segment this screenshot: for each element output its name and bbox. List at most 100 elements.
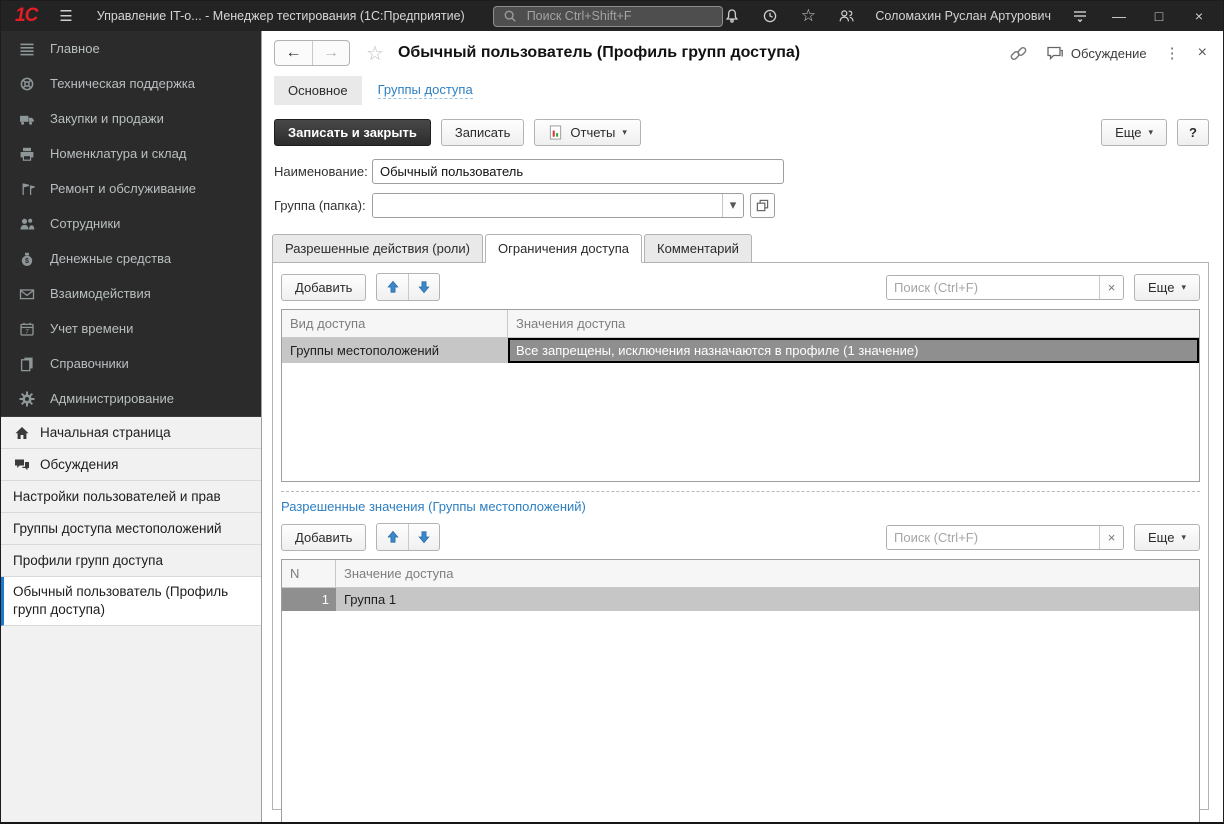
minimize-button[interactable]: — xyxy=(1109,8,1129,24)
favorites-star-icon[interactable]: ☆ xyxy=(799,7,817,25)
move-up-button[interactable] xyxy=(377,274,408,300)
tab-comment[interactable]: Комментарий xyxy=(644,234,752,263)
access-value-cell[interactable]: Группа 1 xyxy=(336,588,1199,611)
sidebar-item-administration[interactable]: Администрирование xyxy=(1,381,261,416)
sidebar-item-label: Ремонт и обслуживание xyxy=(50,181,196,196)
sidebar-item-label: Номенклатура и склад xyxy=(50,146,186,161)
tab-access-restrictions[interactable]: Ограничения доступа xyxy=(485,234,642,263)
move-up-button[interactable] xyxy=(377,524,408,550)
add-button[interactable]: Добавить xyxy=(281,274,366,301)
tab-main[interactable]: Основное xyxy=(274,76,362,105)
table-empty-area[interactable] xyxy=(282,611,1199,824)
save-button[interactable]: Записать xyxy=(441,119,525,146)
move-down-button[interactable] xyxy=(408,524,439,550)
allowed-values-more-button[interactable]: Еще ▾ xyxy=(1134,524,1200,551)
sidebar-item-home[interactable]: Начальная страница xyxy=(1,417,261,449)
access-kind-cell[interactable]: Группы местоположений xyxy=(282,338,508,363)
restrictions-search-input[interactable] xyxy=(887,276,1099,299)
group-field-input[interactable] xyxy=(373,194,722,217)
move-buttons xyxy=(376,273,440,301)
sidebar-item-access-group-profiles[interactable]: Профили групп доступа xyxy=(1,545,261,577)
table-row[interactable]: 1 Группа 1 xyxy=(282,588,1199,611)
history-icon[interactable] xyxy=(761,7,779,25)
move-down-button[interactable] xyxy=(408,274,439,300)
group-open-button[interactable] xyxy=(750,193,775,218)
reports-button[interactable]: Отчеты ▾ xyxy=(534,119,640,146)
sidebar-item-money[interactable]: $ Денежные средства xyxy=(1,241,261,276)
allowed-values-toolbar: Добавить × xyxy=(281,521,1200,559)
sidebar-item-label: Начальная страница xyxy=(40,425,171,440)
sidebar-item-employees[interactable]: Сотрудники xyxy=(1,206,261,241)
sidebar-item-label: Справочники xyxy=(50,356,129,371)
sidebar-item-user-rights-settings[interactable]: Настройки пользователей и прав xyxy=(1,481,261,513)
sidebar-item-purchases[interactable]: Закупки и продажи xyxy=(1,101,261,136)
group-field[interactable]: ▾ xyxy=(372,193,744,218)
notifications-bell-icon[interactable] xyxy=(723,7,741,25)
column-access-values[interactable]: Значения доступа xyxy=(508,310,1199,337)
clear-search-icon[interactable]: × xyxy=(1099,276,1123,299)
svg-text:$: $ xyxy=(25,258,29,265)
column-access-kind[interactable]: Вид доступа xyxy=(282,310,508,337)
form-header: ← → ☆ Обычный пользователь (Профиль груп… xyxy=(262,31,1223,69)
sidebar-item-location-access-groups[interactable]: Группы доступа местоположений xyxy=(1,513,261,545)
restrictions-search[interactable]: × xyxy=(886,275,1124,300)
current-user-name[interactable]: Соломахин Руслан Артурович xyxy=(875,9,1051,23)
app-window: 1С ☰ Управление IT-о... - Менеджер тести… xyxy=(0,0,1224,824)
search-icon xyxy=(501,7,519,25)
sidebar-item-time-tracking[interactable]: 7 Учет времени xyxy=(1,311,261,346)
sidebar-item-current-profile[interactable]: Обычный пользователь (Профиль групп дост… xyxy=(1,577,261,626)
table-row[interactable]: Группы местоположений Все запрещены, иск… xyxy=(282,338,1199,363)
page-title: Обычный пользователь (Профиль групп дост… xyxy=(398,44,800,62)
clear-search-icon[interactable]: × xyxy=(1099,526,1123,549)
column-number[interactable]: N xyxy=(282,560,336,587)
more-actions-icon[interactable]: ⋮ xyxy=(1165,44,1180,62)
sidebar-item-catalogs[interactable]: Справочники xyxy=(1,346,261,381)
main-menu-icon[interactable]: ☰ xyxy=(59,7,72,25)
table-empty-area[interactable] xyxy=(282,363,1199,481)
allowed-values-search-input[interactable] xyxy=(887,526,1099,549)
favorite-star-icon[interactable]: ☆ xyxy=(366,41,384,66)
get-link-icon[interactable] xyxy=(1009,44,1028,63)
sidebar-item-label: Главное xyxy=(50,41,100,56)
history-nav-group: ← → xyxy=(274,40,350,66)
gear-icon xyxy=(18,390,36,408)
app-title: Управление IT-о... - Менеджер тестирован… xyxy=(97,9,465,23)
group-dropdown-caret-icon[interactable]: ▾ xyxy=(722,194,743,217)
sidebar-item-label: Денежные средства xyxy=(50,251,171,266)
sidebar-item-nomenclature[interactable]: Номенклатура и склад xyxy=(1,136,261,171)
sidebar-item-tech-support[interactable]: Техническая поддержка xyxy=(1,66,261,101)
help-button[interactable]: ? xyxy=(1177,119,1209,146)
discussion-button[interactable]: Обсуждение xyxy=(1046,45,1147,62)
global-search[interactable] xyxy=(493,6,724,27)
more-label: Еще xyxy=(1148,530,1174,545)
close-window-button[interactable]: × xyxy=(1189,8,1209,24)
restrictions-more-button[interactable]: Еще ▾ xyxy=(1134,274,1200,301)
report-chart-icon xyxy=(548,125,563,140)
sidebar-item-label: Техническая поддержка xyxy=(50,76,195,91)
close-form-icon[interactable]: × xyxy=(1198,44,1207,62)
back-button[interactable]: ← xyxy=(275,41,312,65)
printer-icon xyxy=(18,145,36,163)
name-field[interactable] xyxy=(372,159,784,184)
access-values-cell-focused[interactable]: Все запрещены, исключения назначаются в … xyxy=(508,338,1199,363)
dropdown-caret-icon: ▾ xyxy=(1149,127,1154,138)
more-button[interactable]: Еще ▾ xyxy=(1101,119,1167,146)
sidebar-item-main[interactable]: Главное xyxy=(1,31,261,66)
row-number-cell[interactable]: 1 xyxy=(282,588,336,611)
tab-access-groups[interactable]: Группы доступа xyxy=(378,82,473,99)
sidebar-item-discussions[interactable]: Обсуждения xyxy=(1,449,261,481)
allowed-values-search[interactable]: × xyxy=(886,525,1124,550)
service-menu-icon[interactable] xyxy=(1071,7,1089,25)
global-search-input[interactable] xyxy=(525,8,716,24)
users-icon[interactable] xyxy=(837,7,855,25)
save-and-close-button[interactable]: Записать и закрыть xyxy=(274,119,431,146)
forward-button[interactable]: → xyxy=(312,41,349,65)
sidebar-item-interactions[interactable]: Взаимодействия xyxy=(1,276,261,311)
main-content: ← → ☆ Обычный пользователь (Профиль груп… xyxy=(261,31,1223,822)
column-access-value[interactable]: Значение доступа xyxy=(336,560,1199,587)
sidebar-item-repair[interactable]: Ремонт и обслуживание xyxy=(1,171,261,206)
more-label: Еще xyxy=(1115,125,1141,140)
add-value-button[interactable]: Добавить xyxy=(281,524,366,551)
tab-allowed-actions[interactable]: Разрешенные действия (роли) xyxy=(272,234,483,263)
maximize-button[interactable]: □ xyxy=(1149,8,1169,24)
